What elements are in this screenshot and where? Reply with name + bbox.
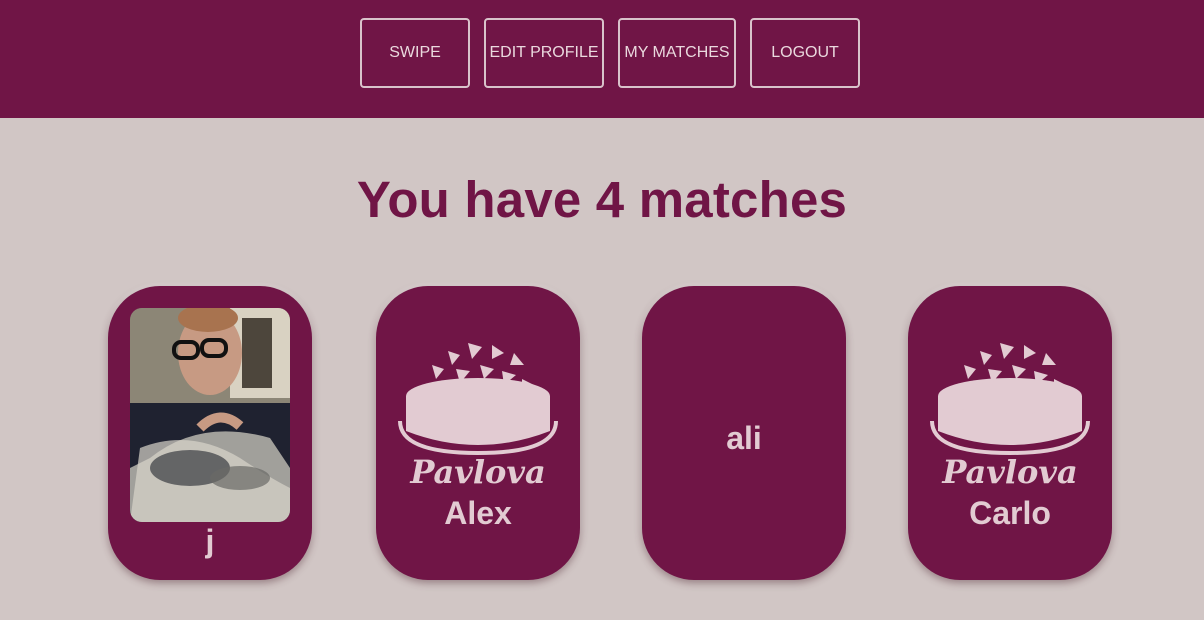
profile-photo	[130, 308, 290, 522]
my-matches-button[interactable]: MY MATCHES	[618, 18, 736, 88]
match-name: j	[205, 523, 215, 559]
top-nav-bar: SWIPE EDIT PROFILE MY MATCHES LOGOUT	[0, 0, 1204, 118]
logout-button[interactable]: LOGOUT	[750, 18, 860, 88]
pavlova-logo-icon: Pavlova	[398, 343, 558, 491]
pavlova-logo-icon: Pavlova	[930, 343, 1090, 491]
match-card-alex[interactable]: Pavlova Alex	[376, 286, 580, 580]
edit-profile-button[interactable]: EDIT PROFILE	[484, 18, 604, 88]
pavlova-logo-text: Pavlova	[409, 453, 545, 491]
pavlova-logo-text: Pavlova	[941, 453, 1077, 491]
swipe-button[interactable]: SWIPE	[360, 18, 470, 88]
match-card-ali[interactable]: ali	[642, 286, 846, 580]
match-name: Alex	[444, 495, 512, 531]
match-card-carlo[interactable]: Pavlova Carlo	[908, 286, 1112, 580]
page-title: You have 4 matches	[356, 171, 848, 228]
match-name: ali	[726, 420, 762, 456]
match-name: Carlo	[969, 495, 1051, 531]
match-card-j[interactable]: j	[108, 286, 312, 580]
